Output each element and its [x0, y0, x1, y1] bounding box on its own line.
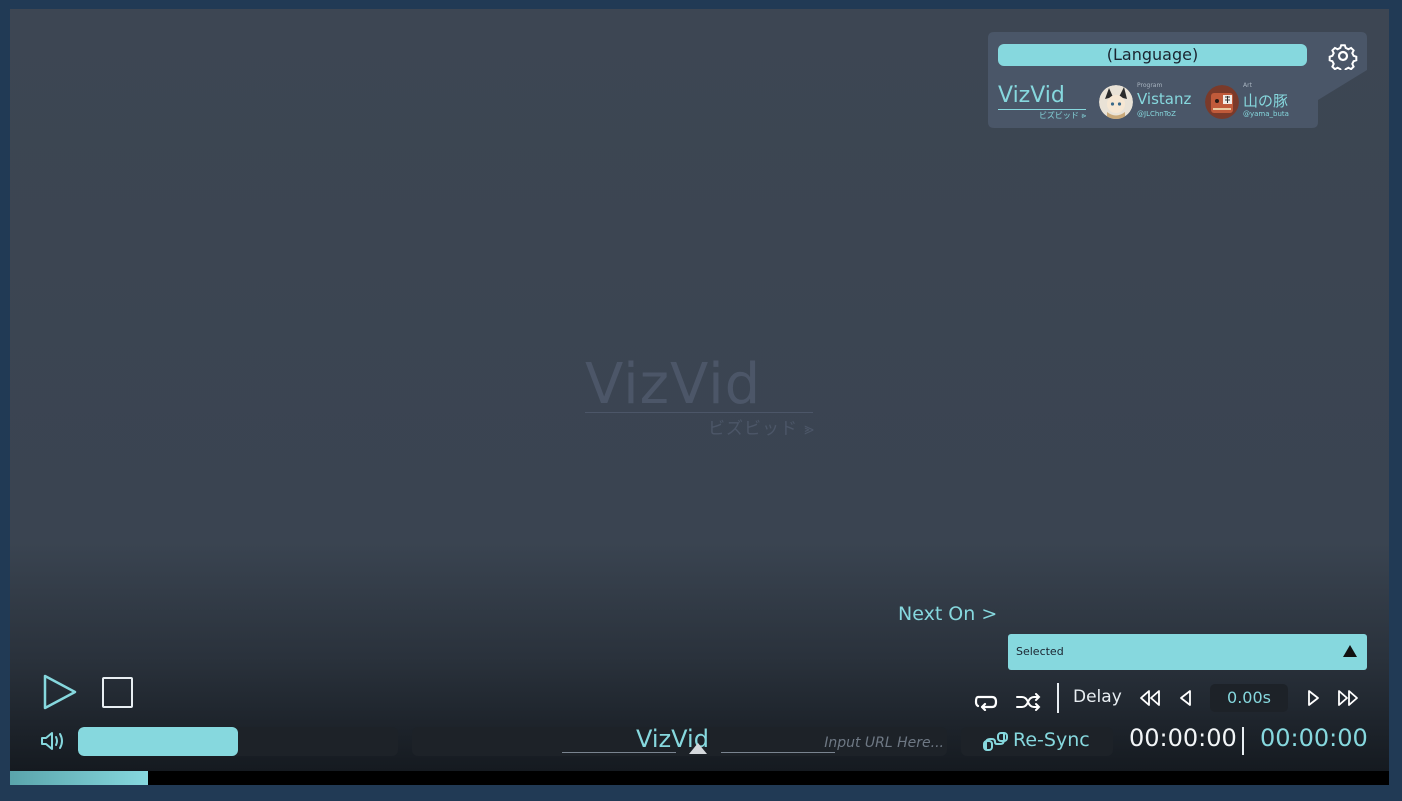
rewind-fast-icon[interactable]	[1138, 689, 1162, 707]
controls-divider	[1057, 683, 1059, 713]
delay-label: Delay	[1073, 687, 1122, 707]
credit-program: Program Vistanz @JLChnToZ	[1099, 82, 1209, 122]
chevron-up-icon	[1343, 645, 1357, 657]
credit-art: Art 山の豚 @yama_buta	[1205, 82, 1315, 122]
url-input[interactable]	[712, 731, 946, 755]
program-name: Vistanz	[1137, 90, 1192, 108]
time-current: 00:00:00	[1129, 724, 1237, 752]
gear-icon[interactable]	[1328, 42, 1358, 70]
forward-fast-icon[interactable]	[1336, 689, 1360, 707]
mini-logo: VizVid ビズビッド ⪢	[998, 84, 1088, 124]
seek-bar-fill	[10, 771, 148, 785]
video-player: VizVid ビズビッド ⪢ (Language) VizVid ビズビッド ⪢	[10, 9, 1389, 771]
time-divider	[1242, 727, 1244, 755]
info-panel: (Language) VizVid ビズビッド ⪢ Program Vistan…	[988, 32, 1367, 128]
art-handle: @yama_buta	[1243, 110, 1289, 118]
art-name: 山の豚	[1243, 92, 1289, 110]
program-avatar	[1099, 85, 1133, 119]
next-on-label: Next On >	[898, 603, 998, 625]
language-selector[interactable]: (Language)	[998, 44, 1307, 66]
rewind-step-icon[interactable]	[1177, 689, 1195, 707]
time-total: 00:00:00	[1260, 724, 1368, 752]
mini-logo-title: VizVid	[998, 83, 1065, 108]
center-logo: VizVid ビズビッド ⪢	[585, 352, 815, 442]
queue-select-value: Selected	[1016, 645, 1064, 658]
delay-value[interactable]: 0.00s	[1210, 684, 1288, 712]
link-icon	[983, 732, 1008, 751]
art-avatar	[1205, 85, 1239, 119]
program-handle: @JLChnToZ	[1137, 110, 1176, 118]
resync-label: Re-Sync	[1013, 729, 1090, 751]
art-role: Art	[1243, 82, 1252, 89]
center-logo-title: VizVid	[585, 352, 762, 417]
volume-icon[interactable]	[40, 729, 66, 753]
mini-logo-subtitle: ビズビッド ⪢	[1038, 111, 1086, 120]
shuffle-icon[interactable]	[1015, 693, 1041, 711]
volume-slider-fill	[78, 727, 238, 756]
seek-bar[interactable]	[10, 771, 1389, 785]
loop-icon[interactable]	[973, 693, 999, 711]
stop-icon[interactable]	[102, 677, 133, 708]
resync-button[interactable]: Re-Sync	[961, 727, 1113, 756]
queue-select[interactable]: Selected	[1008, 634, 1367, 670]
caret-up-icon	[689, 743, 707, 754]
program-role: Program	[1137, 82, 1163, 89]
center-logo-subtitle: ビズビッド ⪢	[708, 419, 815, 439]
forward-step-icon[interactable]	[1304, 689, 1322, 707]
volume-slider[interactable]	[78, 727, 398, 756]
url-bar[interactable]: VizVid	[412, 727, 947, 756]
play-icon[interactable]	[42, 673, 78, 711]
center-logo-divider	[585, 412, 813, 413]
